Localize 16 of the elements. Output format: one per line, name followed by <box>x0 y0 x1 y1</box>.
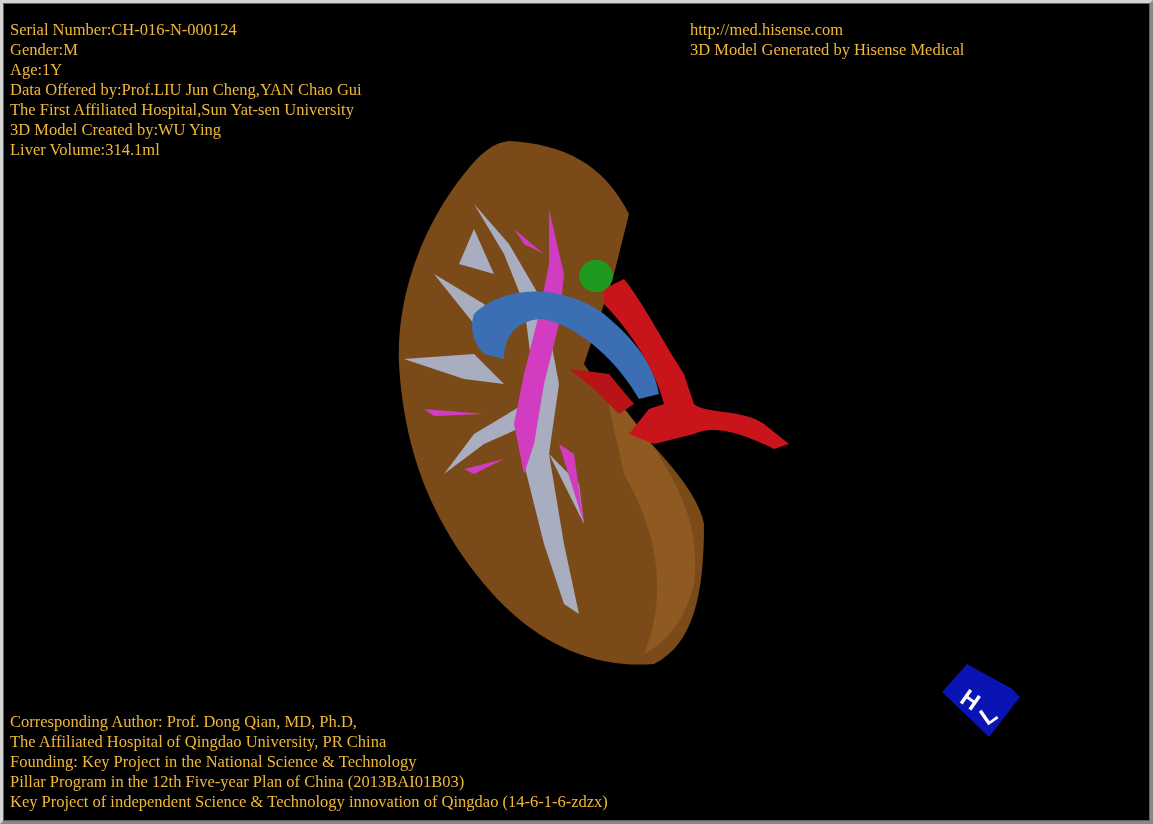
info-line: 3D Model Created by:WU Ying <box>10 120 222 140</box>
info-line: Key Project of independent Science & Technology innovation of Qingdao (14-6-1-6-zdzx) <box>10 792 608 812</box>
info-line: Serial Number:CH-016-N-000124 <box>10 20 237 40</box>
info-line: Founding: Key Project in the National Science & Technology <box>10 752 417 772</box>
info-line: The First Affiliated Hospital,Sun Yat-sen University <box>10 100 354 120</box>
info-line: Pillar Program in the 12th Five-year Plan of China (2013BAI01B03) <box>10 772 465 792</box>
info-line: Age:1Y <box>10 60 63 80</box>
info-line: 3D Model Generated by Hisense Medical <box>690 40 965 60</box>
viewport[interactable] <box>3 3 1150 821</box>
info-line: http://med.hisense.com <box>690 20 844 40</box>
info-line: Gender:M <box>10 40 78 60</box>
info-line: Data Offered by:Prof.LIU Jun Cheng,YAN Chao Gui <box>10 80 362 100</box>
info-line: Liver Volume:314.1ml <box>10 140 160 160</box>
info-line: Corresponding Author: Prof. Dong Qian, MD, Ph.D, <box>10 712 357 732</box>
info-line: The Affiliated Hospital of Qingdao University, PR China <box>10 732 387 752</box>
orientation-cube-icon[interactable] <box>942 664 1020 737</box>
